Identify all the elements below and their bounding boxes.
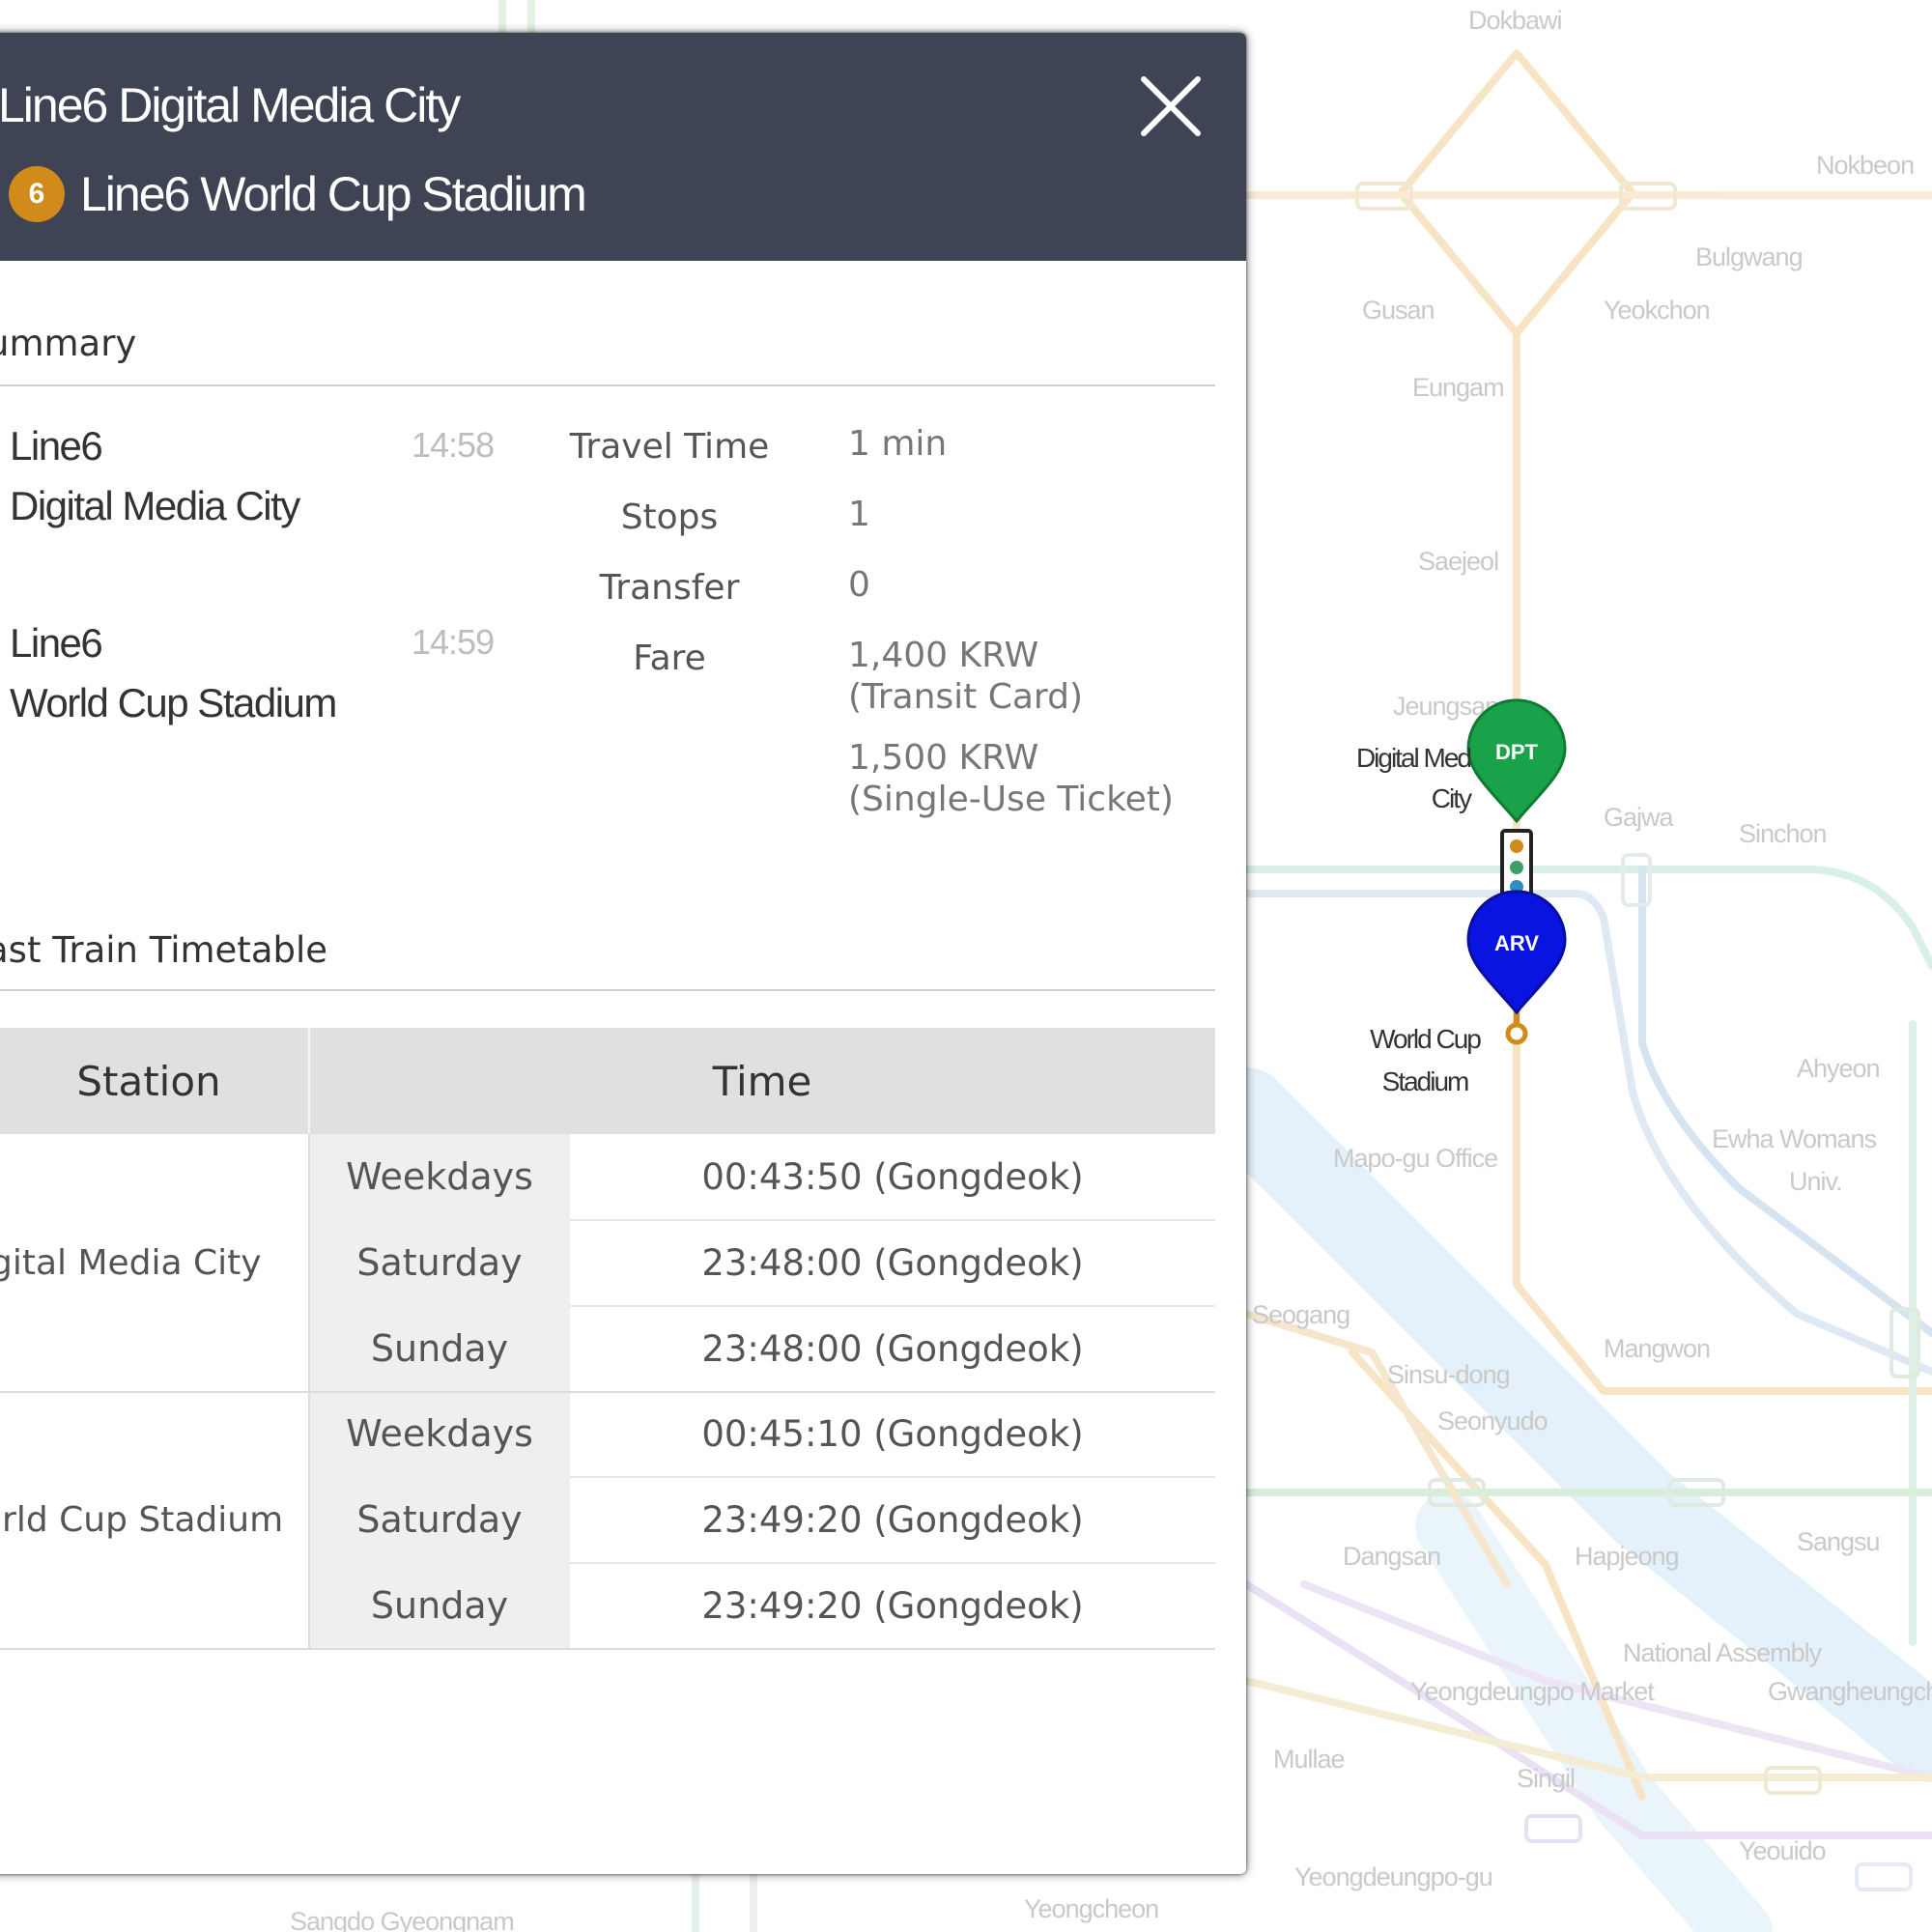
table-day-cell: Saturday <box>356 1241 523 1284</box>
summary-title: ummary <box>0 323 137 364</box>
arv-station-label-line1: World Cup <box>1370 1024 1482 1054</box>
table-time-cell: 23:49:20 (Gongdeok) <box>701 1584 1084 1627</box>
map-label: Sangsu <box>1797 1527 1880 1556</box>
close-icon[interactable] <box>1134 70 1208 143</box>
transfer-label: Transfer <box>599 568 740 608</box>
map-label: Bulgwang <box>1695 242 1803 271</box>
departure-station: Digital Media City <box>10 483 300 528</box>
map-line-6 <box>1513 329 1932 1395</box>
map-label: Gusan <box>1362 296 1435 325</box>
map-label: Singil <box>1517 1764 1575 1793</box>
dpt-pin-text: DPT <box>1495 740 1539 764</box>
table-day-cell: Weekdays <box>346 1155 533 1198</box>
arv-station-label-line2: Stadium <box>1381 1066 1470 1096</box>
route-detail-panel: Line6 Digital Media City 6 Line6 World C… <box>0 33 1246 1874</box>
map-label: Seogang <box>1252 1300 1350 1329</box>
header-station: Station <box>76 1057 221 1105</box>
dpt-station-label-line2: City <box>1431 783 1472 813</box>
arrival-station: World Cup Stadium <box>10 680 337 725</box>
line6-badge-icon: 6 <box>9 166 65 222</box>
stops-value: 1 <box>848 495 870 534</box>
table-time-cell: 00:43:50 (Gongdeok) <box>701 1155 1084 1198</box>
map-label: Yeokchon <box>1604 296 1710 325</box>
header-time: Time <box>712 1057 812 1105</box>
table-day-cell: Weekdays <box>346 1412 533 1455</box>
arrival-pin[interactable]: ARV <box>1466 890 1567 1015</box>
travel-time-label: Travel Time <box>569 427 770 467</box>
table-day-cell: Sunday <box>370 1327 509 1370</box>
map-label: Hapjeong <box>1575 1542 1679 1571</box>
fare-single-ticket: 1,500 KRW (Single-Use Ticket) <box>848 737 1174 820</box>
map-label: Yeongcheon <box>1024 1894 1158 1923</box>
map-label: Sangdo Gyeongnam <box>290 1907 514 1932</box>
transfer-value: 0 <box>848 565 870 605</box>
timetable-title: ast Train Timetable <box>0 929 328 971</box>
table-station-cell: igital Media City <box>0 1134 309 1391</box>
map-label: Dangsan <box>1343 1542 1440 1571</box>
stops-label: Stops <box>620 497 719 537</box>
map-label: Mullae <box>1273 1745 1345 1774</box>
map-label: Yeouido <box>1739 1836 1826 1865</box>
arrival-time: 14:59 <box>412 622 495 662</box>
arv-pin-text: ARV <box>1494 931 1539 955</box>
table-day-cell: Sunday <box>370 1584 509 1627</box>
origin-title: Line6 Digital Media City <box>0 78 461 132</box>
fare-ticket-type: (Single-Use Ticket) <box>848 780 1174 819</box>
map-label: Gajwa <box>1604 803 1675 832</box>
travel-time-value: 1 min <box>848 424 948 464</box>
arrival-line: Line6 <box>10 620 103 666</box>
arv-station-label[interactable]: World Cup Stadium <box>1352 1018 1497 1103</box>
table-time-cell: 23:49:20 (Gongdeok) <box>701 1498 1084 1541</box>
destination-row: 6 Line6 World Cup Stadium <box>9 166 587 222</box>
station-name: igital Media City <box>0 1242 262 1283</box>
map-label: Sinchon <box>1739 819 1827 848</box>
map-label: Seonyudo <box>1437 1406 1548 1435</box>
fare-card-type: (Transit Card) <box>848 677 1083 717</box>
map-label: Ahyeon <box>1797 1054 1880 1083</box>
table-day-cell: Saturday <box>356 1498 523 1541</box>
table-header: Station Time <box>0 1028 1215 1134</box>
table-time-cell: 00:45:10 (Gongdeok) <box>701 1412 1084 1455</box>
map-label: Gwangheungchang <box>1768 1677 1932 1706</box>
map-label: Yeongdeungpo Market <box>1410 1677 1655 1706</box>
fare-transit-card: 1,400 KRW (Transit Card) <box>848 635 1083 718</box>
map-line-airport <box>1638 866 1932 1337</box>
departure-time: 14:58 <box>412 425 495 465</box>
map-label: Ewha Womans <box>1712 1124 1877 1153</box>
map-label: Sinsu-dong <box>1387 1360 1510 1389</box>
map-label: Nokbeon <box>1816 151 1914 180</box>
fare-ticket-amount: 1,500 KRW <box>848 738 1039 778</box>
departure-pin[interactable]: DPT <box>1466 698 1567 824</box>
panel-header: Line6 Digital Media City 6 Line6 World C… <box>0 33 1246 261</box>
map-label: Mapo-gu Office <box>1333 1144 1497 1173</box>
departure-line: Line6 <box>10 423 103 469</box>
table-bottom-border <box>0 1648 1215 1650</box>
map-line-gyeongui <box>1242 866 1932 970</box>
destination-title: Line6 World Cup Stadium <box>80 167 587 221</box>
map-label: National Assembly <box>1623 1638 1823 1667</box>
table-time-cell: 23:48:00 (Gongdeok) <box>701 1327 1084 1370</box>
dpt-station-label-line1: Digital Med <box>1355 743 1472 773</box>
timetable-divider <box>0 989 1215 991</box>
fare-card-amount: 1,400 KRW <box>848 636 1039 675</box>
map-label: Mangwon <box>1604 1334 1710 1363</box>
table-time-cell: 23:48:00 (Gongdeok) <box>701 1241 1084 1284</box>
map-label: Saejeol <box>1418 547 1498 576</box>
station-name: orld Cup Stadium <box>0 1499 284 1540</box>
map-label: Yeongdeungpo-gu <box>1294 1862 1492 1891</box>
dpt-station-label[interactable]: Digital Med City <box>1345 738 1472 819</box>
map-label: Dokbawi <box>1468 6 1562 35</box>
fare-label: Fare <box>633 639 706 678</box>
summary-divider <box>0 384 1215 386</box>
map-label: Eungam <box>1412 373 1504 402</box>
map-label: Univ. <box>1789 1167 1842 1196</box>
table-station-cell: orld Cup Stadium <box>0 1391 309 1648</box>
